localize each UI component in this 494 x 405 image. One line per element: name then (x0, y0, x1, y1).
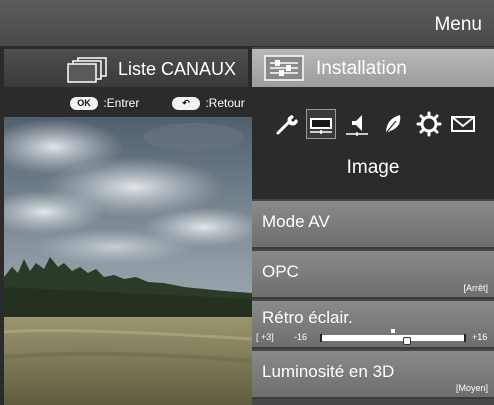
envelope-icon[interactable] (448, 109, 478, 139)
tab-installation-label: Installation (316, 58, 407, 79)
menu-item-backlight[interactable]: Rétro éclair. [ +3] -16 +16 (252, 301, 494, 349)
picture-icon[interactable] (306, 109, 336, 139)
return-button-icon: ↶ (172, 97, 200, 111)
slider-default-marker (391, 329, 395, 333)
hint-return: ↶ :Retour (172, 96, 245, 111)
menu-item-3d-brightness[interactable]: Luminosité en 3D [Moyen] (252, 351, 494, 399)
menu-item-label: Mode AV (262, 212, 330, 231)
slider-track[interactable] (320, 329, 466, 345)
menu-header: Menu (0, 0, 494, 47)
slider-max-label: +16 (472, 332, 488, 342)
tab-installation[interactable]: Installation (252, 49, 494, 87)
menu-item-opc[interactable]: OPC [Arrêt] (252, 251, 494, 299)
preview-image (4, 117, 252, 405)
installation-icon (264, 55, 304, 81)
channel-list-icon (67, 57, 107, 83)
hint-return-label: :Retour (205, 96, 245, 110)
slider-track-end (464, 334, 466, 342)
tab-channel-list-label: Liste CANAUX (118, 59, 237, 79)
slider-min-label: -16 (294, 332, 308, 342)
category-panel: Image (252, 87, 494, 199)
menu-item-value: [Moyen] (455, 383, 488, 393)
left-panel: Liste CANAUX OK :Entrer ↶ :Retour (0, 47, 252, 405)
tv-menu-screen: Menu Liste CANAUX OK :Entrer ↶ :Retour I… (0, 0, 494, 405)
menu-item-label: OPC (262, 262, 299, 281)
hint-enter: OK :Entrer (70, 96, 140, 111)
wrench-icon[interactable] (272, 109, 302, 139)
backlight-slider[interactable]: [ +3] -16 +16 (256, 329, 492, 345)
right-panel: Installation Image Mode AV OPC [Arrêt] R… (252, 47, 494, 405)
category-title: Image (346, 157, 400, 178)
slider-track-start (320, 334, 322, 342)
speaker-icon[interactable] (342, 109, 372, 139)
menu-item-value: [Arrêt] (463, 283, 488, 293)
ok-button-icon: OK (70, 97, 98, 111)
button-hints: OK :Entrer ↶ :Retour (0, 93, 252, 113)
menu-title: Menu (434, 14, 482, 35)
tab-channel-list[interactable]: Liste CANAUX (4, 49, 248, 87)
landscape-photo (4, 117, 252, 405)
leaf-icon[interactable] (378, 109, 408, 139)
gear-icon[interactable] (414, 109, 444, 139)
slider-current-value: [ +3] (256, 332, 274, 342)
slider-thumb[interactable] (402, 337, 411, 345)
menu-item-label: Rétro éclair. (262, 308, 353, 327)
hint-enter-label: :Entrer (103, 96, 140, 110)
menu-item-label: Luminosité en 3D (262, 362, 395, 381)
menu-item-av-mode[interactable]: Mode AV (252, 201, 494, 249)
